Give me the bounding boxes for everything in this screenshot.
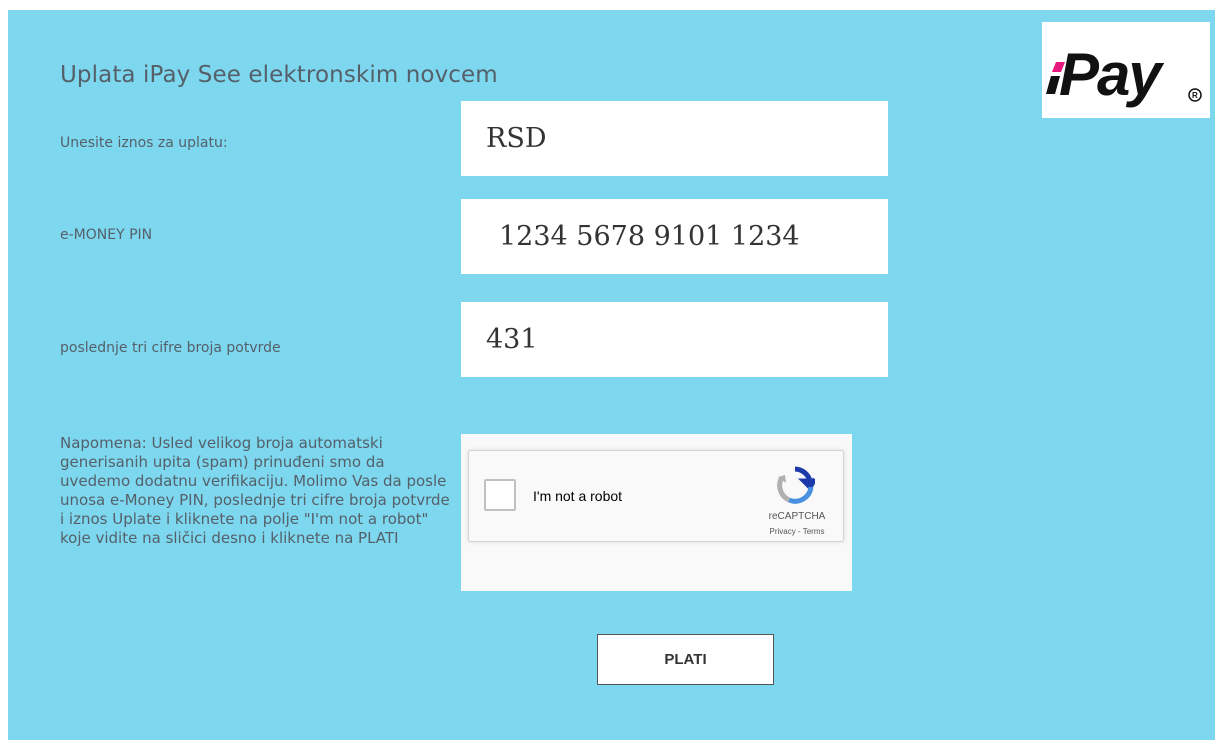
amount-label: Unesite iznos za uplatu: [60,135,228,151]
page-title: Uplata iPay See elektronskim novcem [60,62,498,88]
note-text: Napomena: Usled velikog broja automatski… [60,434,450,547]
captcha-links[interactable]: Privacy - Terms [757,527,837,536]
ipay-logo: Pay R [1042,22,1210,118]
pin-input-value: 1234 5678 9101 1234 [499,221,800,252]
svg-text:Pay: Pay [1059,41,1164,108]
ipay-logo-icon: Pay R [1046,41,1202,108]
captcha-label: I'm not a robot [533,488,623,504]
pay-button[interactable]: PLATI [597,634,774,685]
captcha-checkbox[interactable] [484,479,516,511]
amount-input[interactable]: RSD [461,101,888,176]
confirm-label: poslednje tri cifre broja potvrde [60,340,281,356]
confirm-code-input[interactable]: 431 [461,302,888,377]
pin-label: e-MONEY PIN [60,227,153,243]
confirm-code-value: 431 [486,324,538,355]
svg-text:R: R [1192,91,1198,100]
captcha-widget: I'm not a robot reCAPTCHA Privacy - Term… [461,434,852,591]
pin-input[interactable]: 1234 5678 9101 1234 [461,199,888,274]
captcha-box: I'm not a robot reCAPTCHA Privacy - Term… [468,450,844,542]
amount-input-value: RSD [486,123,547,154]
captcha-brand: reCAPTCHA [768,511,826,522]
recaptcha-logo-icon [777,466,815,504]
